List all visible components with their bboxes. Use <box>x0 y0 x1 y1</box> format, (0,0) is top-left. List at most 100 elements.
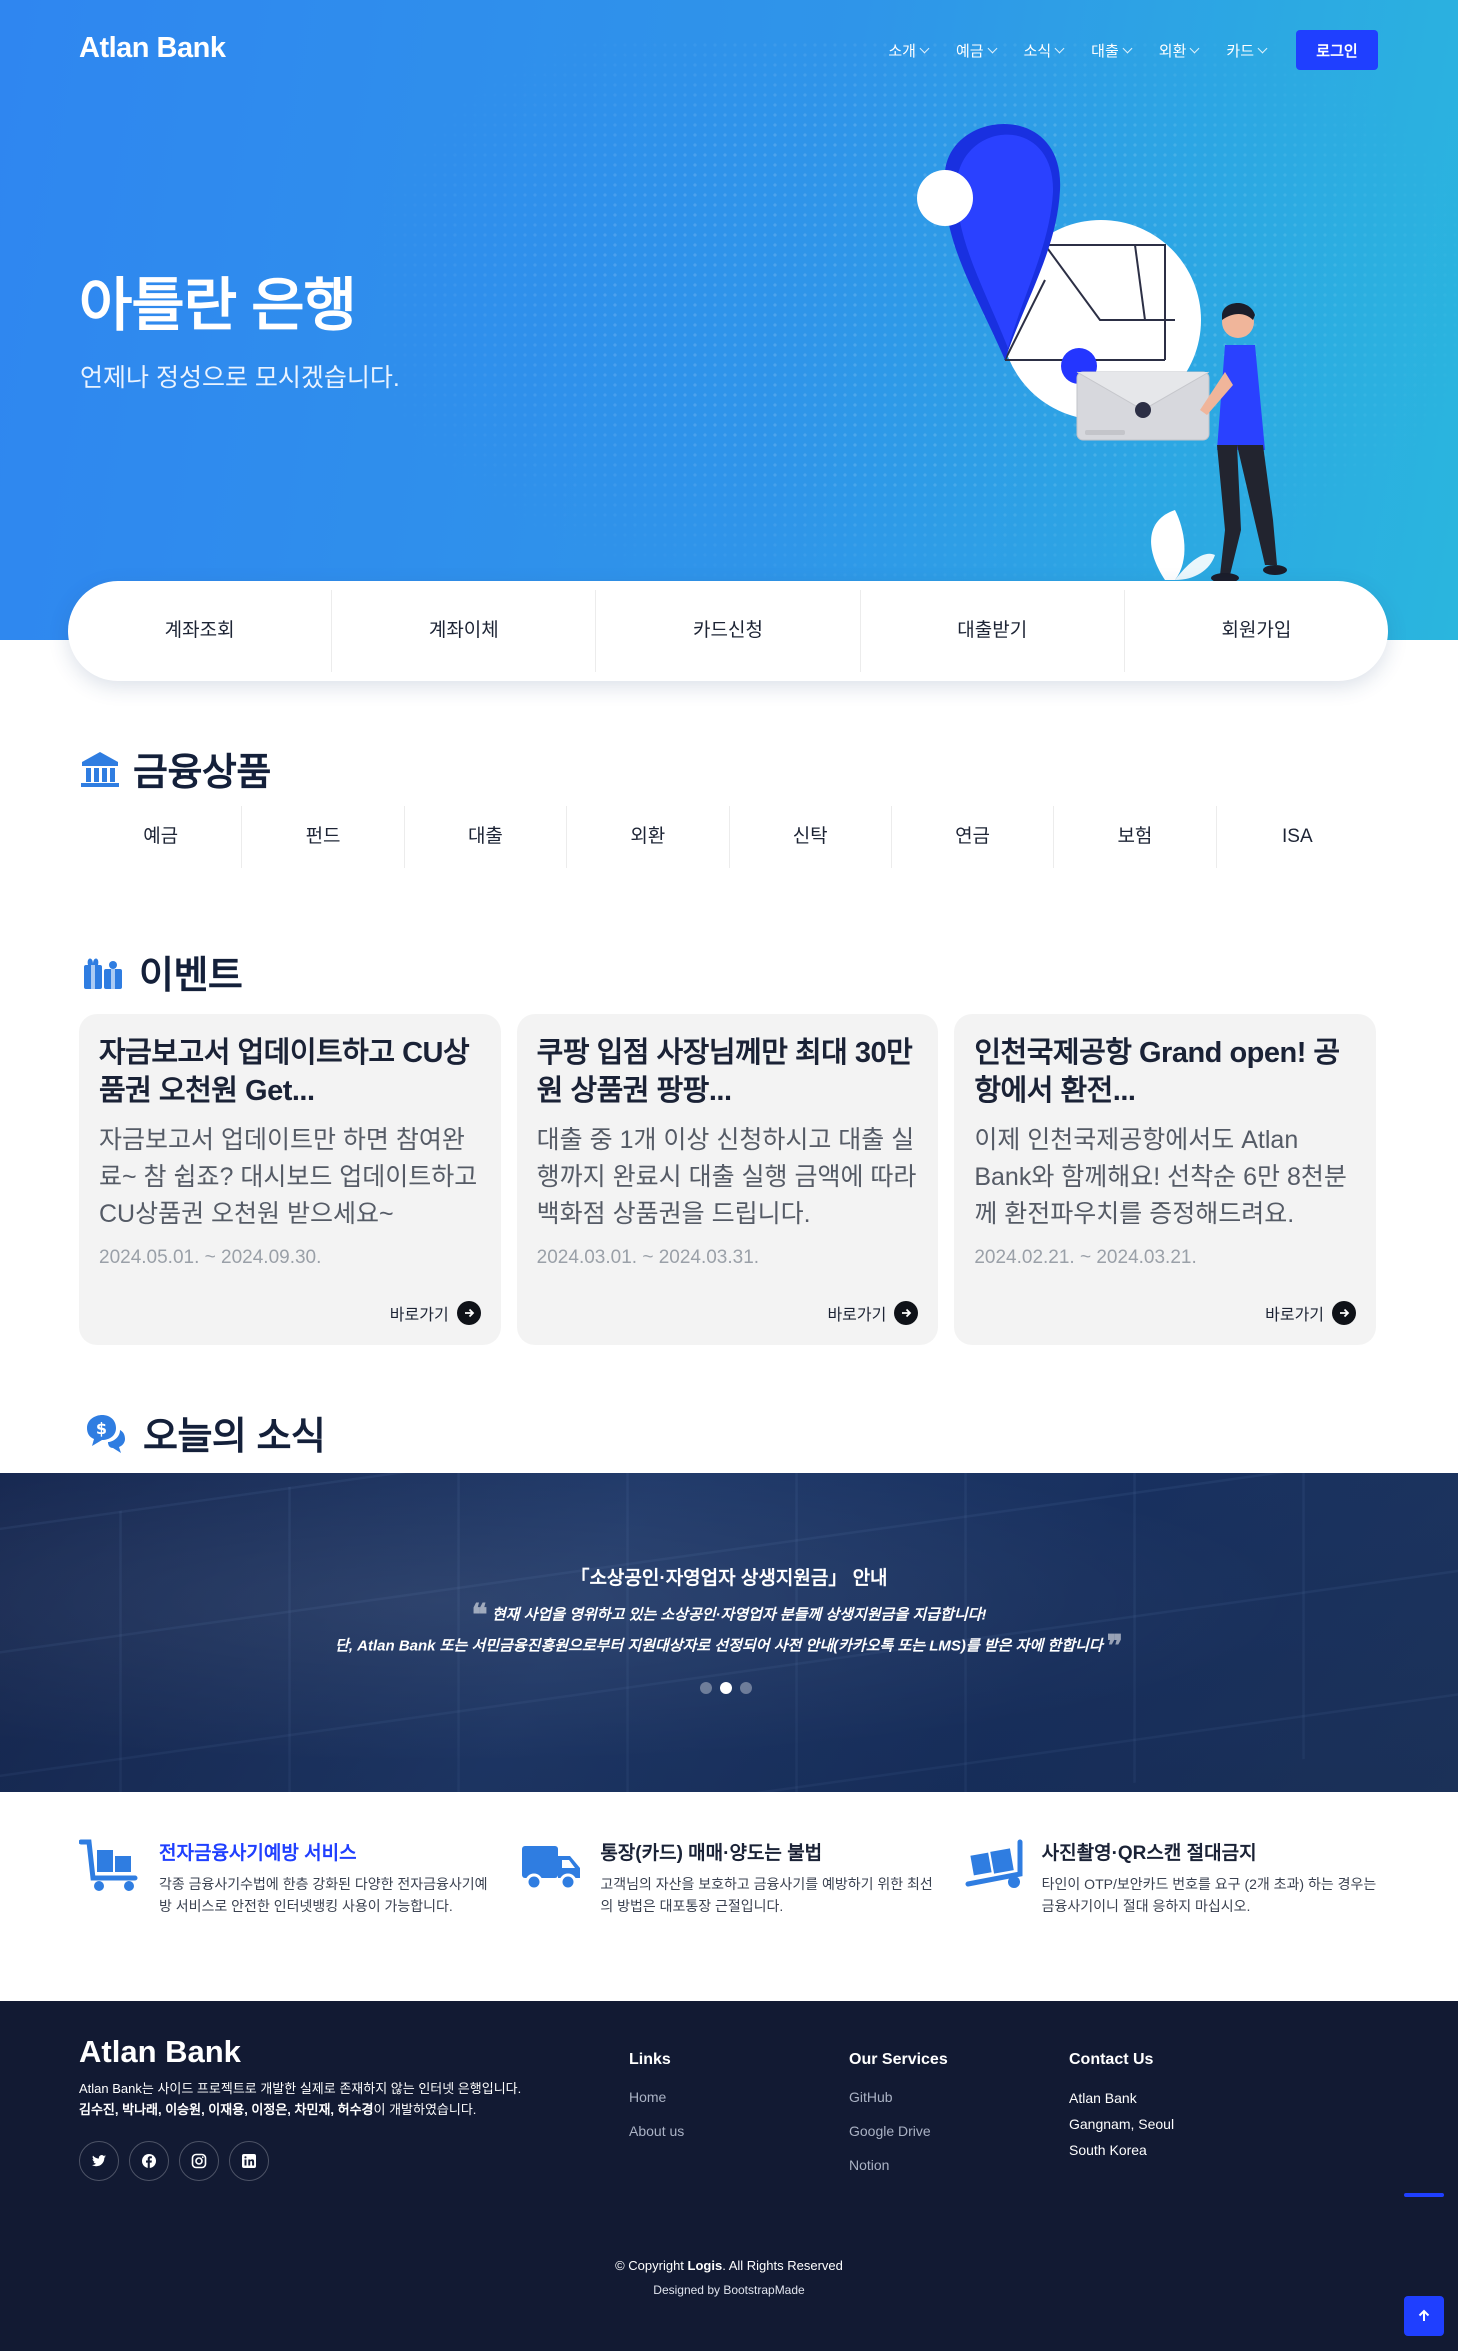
login-button[interactable]: 로그인 <box>1296 30 1378 70</box>
carousel-dot-active[interactable] <box>720 1682 732 1694</box>
product-insurance[interactable]: 보험 <box>1054 806 1217 868</box>
footer-link-notion[interactable]: Notion <box>849 2157 948 2173</box>
product-isa[interactable]: ISA <box>1217 806 1378 868</box>
event-title: 자금보고서 업데이트하고 CU상품권 오천원 Get... <box>99 1037 470 1107</box>
chevron-down-icon <box>1189 43 1200 53</box>
nav-item-card[interactable]: 카드 <box>1226 40 1268 61</box>
footer-contact: Contact Us Atlan Bank Gangnam, Seoul Sou… <box>1069 2051 1174 2163</box>
notice-desc: 각종 금융사기수법에 한층 강화된 다양한 전자금융사기예방 서비스로 안전한 … <box>159 1876 488 1914</box>
arrow-up-icon <box>1418 2309 1430 2321</box>
brand-logo[interactable]: Atlan Bank <box>79 32 226 65</box>
event-link[interactable]: 바로가기 <box>1265 1301 1357 1325</box>
nav-item-exchange[interactable]: 외환 <box>1159 40 1200 61</box>
contact-line: Atlan Bank <box>1069 2090 1137 2106</box>
linkedin-icon[interactable] <box>229 2141 269 2181</box>
hero-section: Atlan Bank 소개 예금 소식 대출 외환 카드 로그인 아틀란 은행 … <box>0 0 1458 640</box>
footer-link-google-drive[interactable]: Google Drive <box>849 2123 948 2139</box>
event-cards: 자금보고서 업데이트하고 CU상품권 오천원 Get... 자금보고서 업데이트… <box>79 1014 1377 1345</box>
footer: Atlan Bank Atlan Bank는 사이드 프로젝트로 개발한 실제로… <box>0 2001 1458 2351</box>
chevron-down-icon <box>1054 43 1065 53</box>
scroll-top-button[interactable] <box>1404 2296 1444 2336</box>
event-desc: 대출 중 1개 이상 신청하시고 대출 실행까지 완료시 대출 실행 금액에 따… <box>536 1126 917 1228</box>
notice-title: 전자금융사기예방 서비스 <box>159 1843 357 1864</box>
event-desc: 이제 인천국제공항에서도 Atlan Bank와 함께해요! 선착순 6만 8천… <box>974 1126 1347 1228</box>
event-title: 인천국제공항 Grand open! 공항에서 환전... <box>974 1037 1340 1107</box>
news-line-2-text: 단, Atlan Bank 또는 서민금융진흥원으로부터 지원대상자로 선정되어… <box>335 1637 1103 1655</box>
product-exchange[interactable]: 외환 <box>567 806 730 868</box>
carousel-dot[interactable] <box>700 1682 712 1694</box>
event-link[interactable]: 바로가기 <box>827 1301 919 1325</box>
event-date: 2024.03.01. ~ 2024.03.31. <box>536 1247 760 1268</box>
event-title: 쿠팡 입점 사장님께만 최대 30만원 상품권 팡팡... <box>536 1037 913 1107</box>
quick-item-transfer[interactable]: 계좌이체 <box>332 590 597 672</box>
quick-item-card-apply[interactable]: 카드신청 <box>596 590 861 672</box>
truck-icon <box>522 1846 581 1891</box>
nav-label: 카드 <box>1226 42 1254 60</box>
product-pension[interactable]: 연금 <box>892 806 1055 868</box>
chevron-down-icon <box>1257 43 1268 53</box>
quote-close-icon: ❞ <box>1106 1629 1123 1664</box>
product-trust[interactable]: 신탁 <box>730 806 892 868</box>
footer-col-title: Contact Us <box>1069 2051 1154 2068</box>
event-card[interactable]: 인천국제공항 Grand open! 공항에서 환전... 이제 인천국제공항에… <box>954 1014 1377 1345</box>
footer-link-about[interactable]: About us <box>629 2123 684 2139</box>
contact-address: Atlan Bank Gangnam, Seoul South Korea <box>1069 2085 1174 2163</box>
notice-item: 전자금융사기예방 서비스 각종 금융사기수법에 한층 강화된 다양한 전자금융사… <box>79 1838 496 1917</box>
products-heading: 금융상품 <box>79 741 271 796</box>
scroll-indicator <box>1404 2193 1444 2197</box>
notice-title: 통장(카드) 매매·양도는 불법 <box>600 1843 823 1864</box>
product-deposit[interactable]: 예금 <box>80 806 243 868</box>
news-heading: $ 오늘의 소식 <box>79 1405 326 1460</box>
arrow-right-icon <box>894 1301 919 1325</box>
footer-links: Links Home About us <box>629 2051 684 2157</box>
footer-col-title: Links <box>629 2051 671 2068</box>
chevron-down-icon <box>987 43 998 53</box>
footer-link-github[interactable]: GitHub <box>849 2089 948 2105</box>
nav-label: 소식 <box>1023 42 1052 60</box>
quick-menu: 계좌조회 계좌이체 카드신청 대출받기 회원가입 <box>68 581 1388 681</box>
quick-item-account[interactable]: 계좌조회 <box>68 590 333 672</box>
news-line-1-text: 현재 사업을 영위하고 있는 소상공인·자영업자 분들께 상생지원금을 지급합니… <box>491 1606 987 1624</box>
instagram-icon[interactable] <box>179 2141 219 2181</box>
hero-title: 아틀란 은행 <box>79 273 357 338</box>
product-loan[interactable]: 대출 <box>405 806 568 868</box>
hero-subtitle: 언제나 정성으로 모시겠습니다. <box>80 364 400 392</box>
nav-label: 예금 <box>955 42 984 60</box>
product-fund[interactable]: 펀드 <box>242 806 405 868</box>
event-card[interactable]: 자금보고서 업데이트하고 CU상품권 오천원 Get... 자금보고서 업데이트… <box>79 1014 501 1345</box>
facebook-icon[interactable] <box>129 2141 169 2181</box>
notice-desc: 고객님의 자산을 보호하고 금융사기를 예방하기 위한 최선의 방법은 대포통장… <box>600 1876 933 1914</box>
event-link-label: 바로가기 <box>1265 1307 1325 1324</box>
bank-icon <box>81 751 119 787</box>
twitter-icon[interactable] <box>79 2141 119 2181</box>
arrow-right-icon <box>1332 1301 1357 1325</box>
svg-text:$: $ <box>96 1419 107 1438</box>
copyright: © Copyright Logis. All Rights Reserved <box>0 2258 1458 2273</box>
quick-item-signup[interactable]: 회원가입 <box>1125 590 1388 672</box>
social-links <box>79 2141 269 2181</box>
news-line-1: ❝ 현재 사업을 영위하고 있는 소상공인·자영업자 분들께 상생지원금을 지급… <box>0 1598 1458 1633</box>
footer-description: Atlan Bank는 사이드 프로젝트로 개발한 실제로 존재하지 않는 인터… <box>79 2078 559 2120</box>
gift-icon <box>84 957 122 989</box>
event-card[interactable]: 쿠팡 입점 사장님께만 최대 30만원 상품권 팡팡... 대출 중 1개 이상… <box>516 1014 939 1345</box>
events-heading: 이벤트 <box>79 944 243 999</box>
nav-item-intro[interactable]: 소개 <box>888 40 930 61</box>
event-link[interactable]: 바로가기 <box>390 1301 481 1325</box>
footer-link-home[interactable]: Home <box>629 2089 684 2105</box>
notice-desc: 타인이 OTP/보안카드 번호를 요구 (2개 초과) 하는 경우는 금융사기이… <box>1041 1876 1377 1914</box>
product-tabs: 예금 펀드 대출 외환 신탁 연금 보험 ISA <box>80 806 1378 868</box>
copyright-suffix: . All Rights Reserved <box>722 2258 843 2273</box>
section-title: 금융상품 <box>133 752 271 794</box>
cart-icon <box>79 1839 138 1891</box>
copyright-brand: Logis <box>687 2258 723 2273</box>
main-nav: 소개 예금 소식 대출 외환 카드 로그인 <box>860 30 1378 70</box>
nav-item-loan[interactable]: 대출 <box>1091 40 1133 61</box>
nav-item-news[interactable]: 소식 <box>1023 40 1065 61</box>
carousel-dot[interactable] <box>740 1682 752 1694</box>
chevron-down-icon <box>1122 43 1133 53</box>
quick-item-loan[interactable]: 대출받기 <box>861 590 1125 672</box>
hero-illustration <box>917 123 1287 583</box>
section-title: 이벤트 <box>139 955 243 997</box>
nav-item-deposit[interactable]: 예금 <box>955 40 998 61</box>
nav-label: 소개 <box>888 42 916 60</box>
